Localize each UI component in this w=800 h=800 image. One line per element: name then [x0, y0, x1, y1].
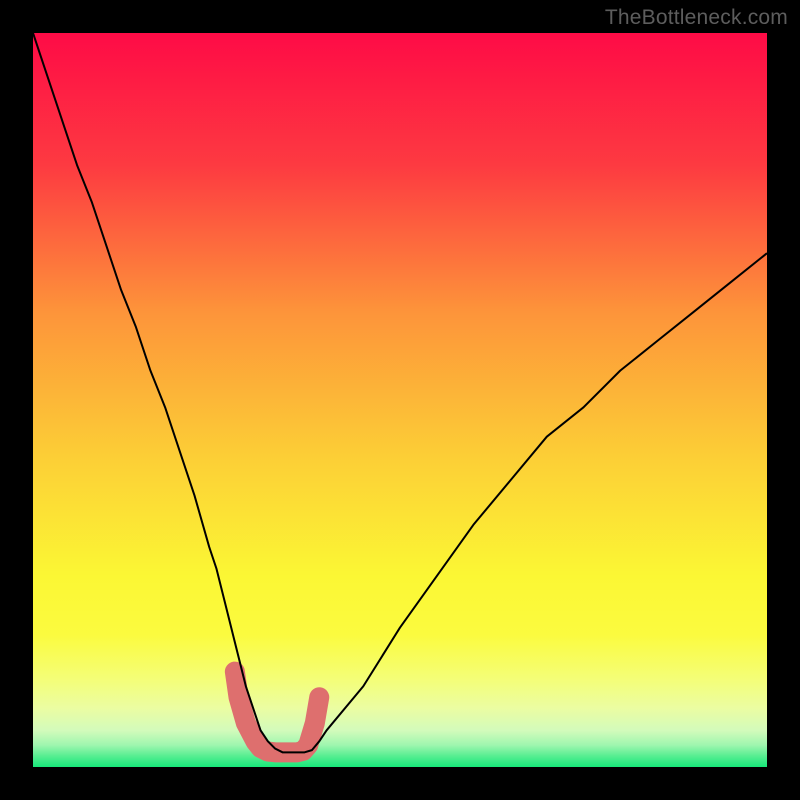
plot-area	[33, 33, 767, 767]
watermark-label: TheBottleneck.com	[605, 6, 788, 30]
highlight-band	[235, 672, 319, 753]
chart-curves	[33, 33, 767, 767]
bottleneck-curve	[33, 33, 767, 752]
chart-frame: TheBottleneck.com	[0, 0, 800, 800]
